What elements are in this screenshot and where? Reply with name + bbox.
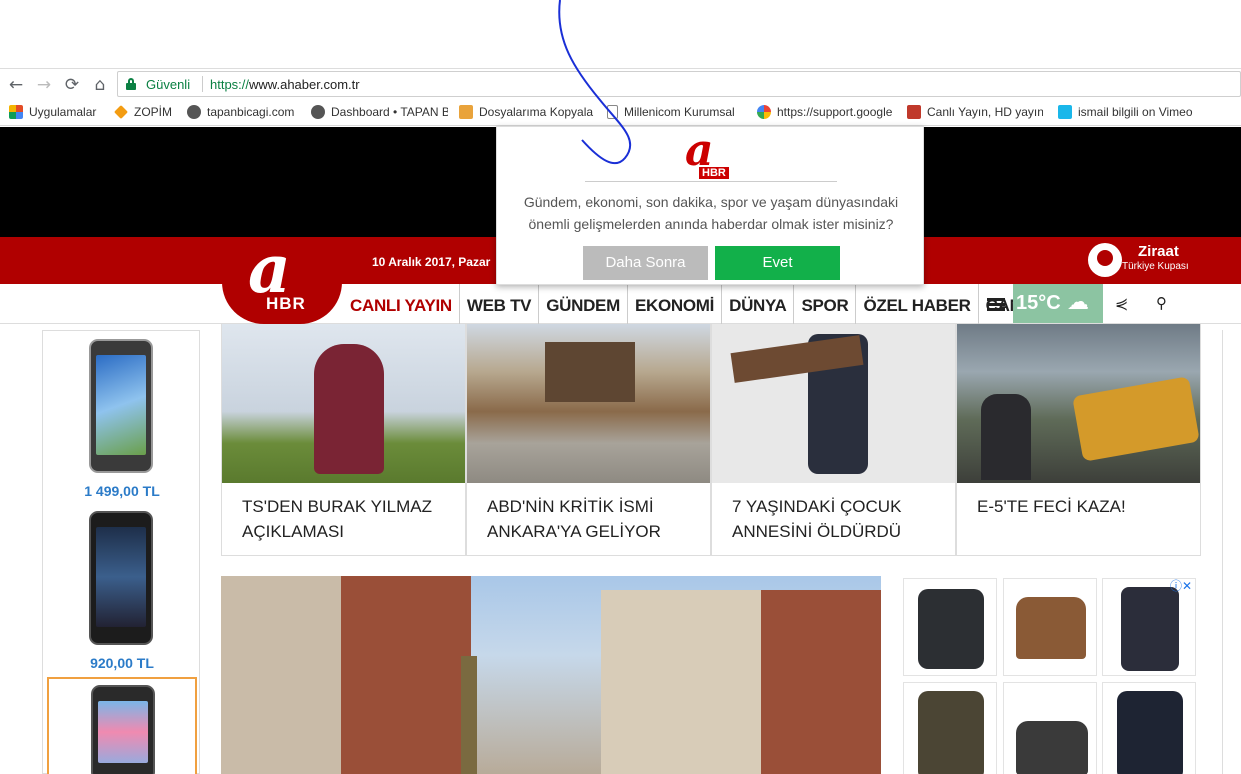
- rain-cloud-icon: ☁: [1067, 290, 1089, 315]
- nav-menu: CANLI YAYIN WEB TV GÜNDEM EKONOMİ DÜNYA …: [343, 284, 1043, 324]
- phone-ad-item[interactable]: [47, 677, 197, 774]
- header-date: 10 Aralık 2017, Pazar: [372, 255, 491, 269]
- apps-grid-icon: [9, 105, 23, 119]
- news-cards-row: TS'DEN BURAK YILMAZ AÇIKLAMASI ABD'NİN K…: [221, 324, 1201, 556]
- phone-image: [89, 339, 153, 473]
- zopim-icon: [114, 105, 128, 119]
- ad-product-item[interactable]: [1102, 682, 1196, 774]
- news-caption: ABD'NİN KRİTİK İSMİ ANKARA'YA GELİYOR: [487, 497, 661, 541]
- hamburger-menu-icon[interactable]: [987, 298, 1005, 312]
- bookmark-canli-yayin[interactable]: Canlı Yayın, HD yayın,: [907, 105, 1043, 121]
- nav-item-web-tv[interactable]: WEB TV: [460, 284, 540, 324]
- bookmarks-bar: Uygulamalar ZOPİM tapanbicagi.com Dashbo…: [0, 99, 1241, 126]
- phone-price: 1 499,00 TL: [84, 483, 160, 499]
- phone-image: [91, 685, 155, 774]
- phone-price: 920,00 TL: [90, 655, 154, 671]
- nav-item-spor[interactable]: SPOR: [794, 284, 857, 324]
- bookmark-dosyalarima[interactable]: Dosyalarıma Kopyala: [459, 105, 595, 121]
- ad-product-item[interactable]: [903, 682, 997, 774]
- page-icon: [607, 105, 618, 119]
- nav-item-gundem[interactable]: GÜNDEM: [539, 284, 628, 324]
- trophy-icon: [1088, 243, 1122, 277]
- site-icon: [311, 105, 325, 119]
- news-card[interactable]: ABD'NİN KRİTİK İSMİ ANKARA'YA GELİYOR: [466, 324, 711, 556]
- back-arrow-icon[interactable]: ←: [5, 74, 27, 96]
- left-phone-ad[interactable]: 1 499,00 TL 920,00 TL: [42, 330, 200, 774]
- right-ad-edge: [1222, 330, 1241, 774]
- nav-item-ekonomi[interactable]: EKONOMİ: [628, 284, 723, 324]
- tv-icon: [907, 105, 921, 119]
- home-icon[interactable]: ⌂: [89, 74, 111, 96]
- vimeo-icon: [1058, 105, 1072, 119]
- copy-icon: [459, 105, 473, 119]
- browser-toolbar: ← → ⟳ ⌂ Güvenli https://www.ahaber.com.t…: [0, 68, 1241, 99]
- news-card[interactable]: TS'DEN BURAK YILMAZ AÇIKLAMASI: [221, 324, 466, 556]
- hero-news-image[interactable]: [221, 576, 881, 774]
- phone-ad-item[interactable]: 1 499,00 TL: [47, 333, 197, 503]
- news-card[interactable]: 7 YAŞINDAKİ ÇOCUK ANNESİNİ ÖLDÜRDÜ: [711, 324, 956, 556]
- news-image: [467, 324, 710, 483]
- logo-hbr: HBR: [266, 294, 306, 313]
- news-caption: 7 YAŞINDAKİ ÇOCUK ANNESİNİ ÖLDÜRDÜ: [732, 497, 902, 541]
- news-image: [712, 324, 955, 483]
- bookmark-dashboard[interactable]: Dashboard • TAPAN B: [311, 105, 448, 121]
- share-icon[interactable]: ⋞: [1115, 294, 1128, 313]
- news-image: [222, 324, 465, 483]
- address-bar[interactable]: Güvenli https://www.ahaber.com.tr: [117, 71, 1241, 97]
- browser-tab-strip: [0, 0, 1241, 68]
- modal-message: Gündem, ekonomi, son dakika, spor ve yaş…: [523, 194, 899, 232]
- weather-widget[interactable]: 15°C ☁: [1013, 284, 1103, 323]
- ziraat-cup-link[interactable]: Ziraat Türkiye Kupası: [1088, 241, 1208, 281]
- bookmark-millenicom[interactable]: Millenicom Kurumsal: [607, 105, 742, 121]
- later-button[interactable]: Daha Sonra: [583, 246, 708, 280]
- secure-label: Güvenli: [146, 77, 191, 92]
- product-ad-grid[interactable]: [903, 576, 1199, 774]
- bookmark-tapanbicagi[interactable]: tapanbicagi.com: [187, 105, 302, 121]
- url-text[interactable]: https://www.ahaber.com.tr: [210, 77, 360, 92]
- google-icon: [757, 105, 771, 119]
- url-scheme: https://: [210, 77, 250, 92]
- bookmark-zopim[interactable]: ZOPİM: [114, 105, 184, 121]
- page: ← → ⟳ ⌂ Güvenli https://www.ahaber.com.t…: [0, 0, 1241, 774]
- news-caption: E-5'TE FECİ KAZA!: [977, 497, 1126, 516]
- url-host: www.ahaber.com.tr: [249, 77, 360, 92]
- logo-letter-a: a: [248, 230, 291, 308]
- news-caption: TS'DEN BURAK YILMAZ AÇIKLAMASI: [242, 497, 432, 541]
- news-image: [957, 324, 1200, 483]
- weather-temp: 15°C: [1016, 292, 1061, 314]
- nav-item-canli-yayin[interactable]: CANLI YAYIN: [343, 284, 460, 324]
- forward-arrow-icon[interactable]: →: [33, 74, 55, 96]
- news-card[interactable]: E-5'TE FECİ KAZA!: [956, 324, 1201, 556]
- search-icon[interactable]: ⚲: [1156, 294, 1167, 312]
- adchoices-icon[interactable]: ⓘ✕: [1170, 577, 1192, 594]
- ad-product-item[interactable]: [903, 578, 997, 676]
- phone-image: [89, 511, 153, 645]
- nav-item-dunya[interactable]: DÜNYA: [722, 284, 795, 324]
- address-separator: [202, 76, 203, 92]
- ad-product-item[interactable]: [1003, 682, 1097, 774]
- phone-ad-item[interactable]: 920,00 TL: [47, 505, 197, 675]
- nav-item-ozel-haber[interactable]: ÖZEL HABER: [856, 284, 979, 324]
- yes-button[interactable]: Evet: [715, 246, 840, 280]
- lock-icon: [126, 78, 136, 90]
- notification-permission-modal: a HBR Gündem, ekonomi, son dakika, spor …: [496, 126, 924, 285]
- ziraat-title: Ziraat: [1138, 243, 1179, 260]
- modal-divider: [585, 181, 837, 182]
- modal-logo-hbr: HBR: [699, 167, 729, 179]
- bookmark-apps[interactable]: Uygulamalar: [9, 105, 104, 121]
- ad-product-item[interactable]: [1003, 578, 1097, 676]
- ziraat-subtitle: Türkiye Kupası: [1122, 261, 1189, 272]
- bookmark-google-support[interactable]: https://support.google: [757, 105, 893, 121]
- reload-icon[interactable]: ⟳: [61, 74, 83, 96]
- bookmark-vimeo[interactable]: ismail bilgili on Vimeo: [1058, 105, 1194, 121]
- site-icon: [187, 105, 201, 119]
